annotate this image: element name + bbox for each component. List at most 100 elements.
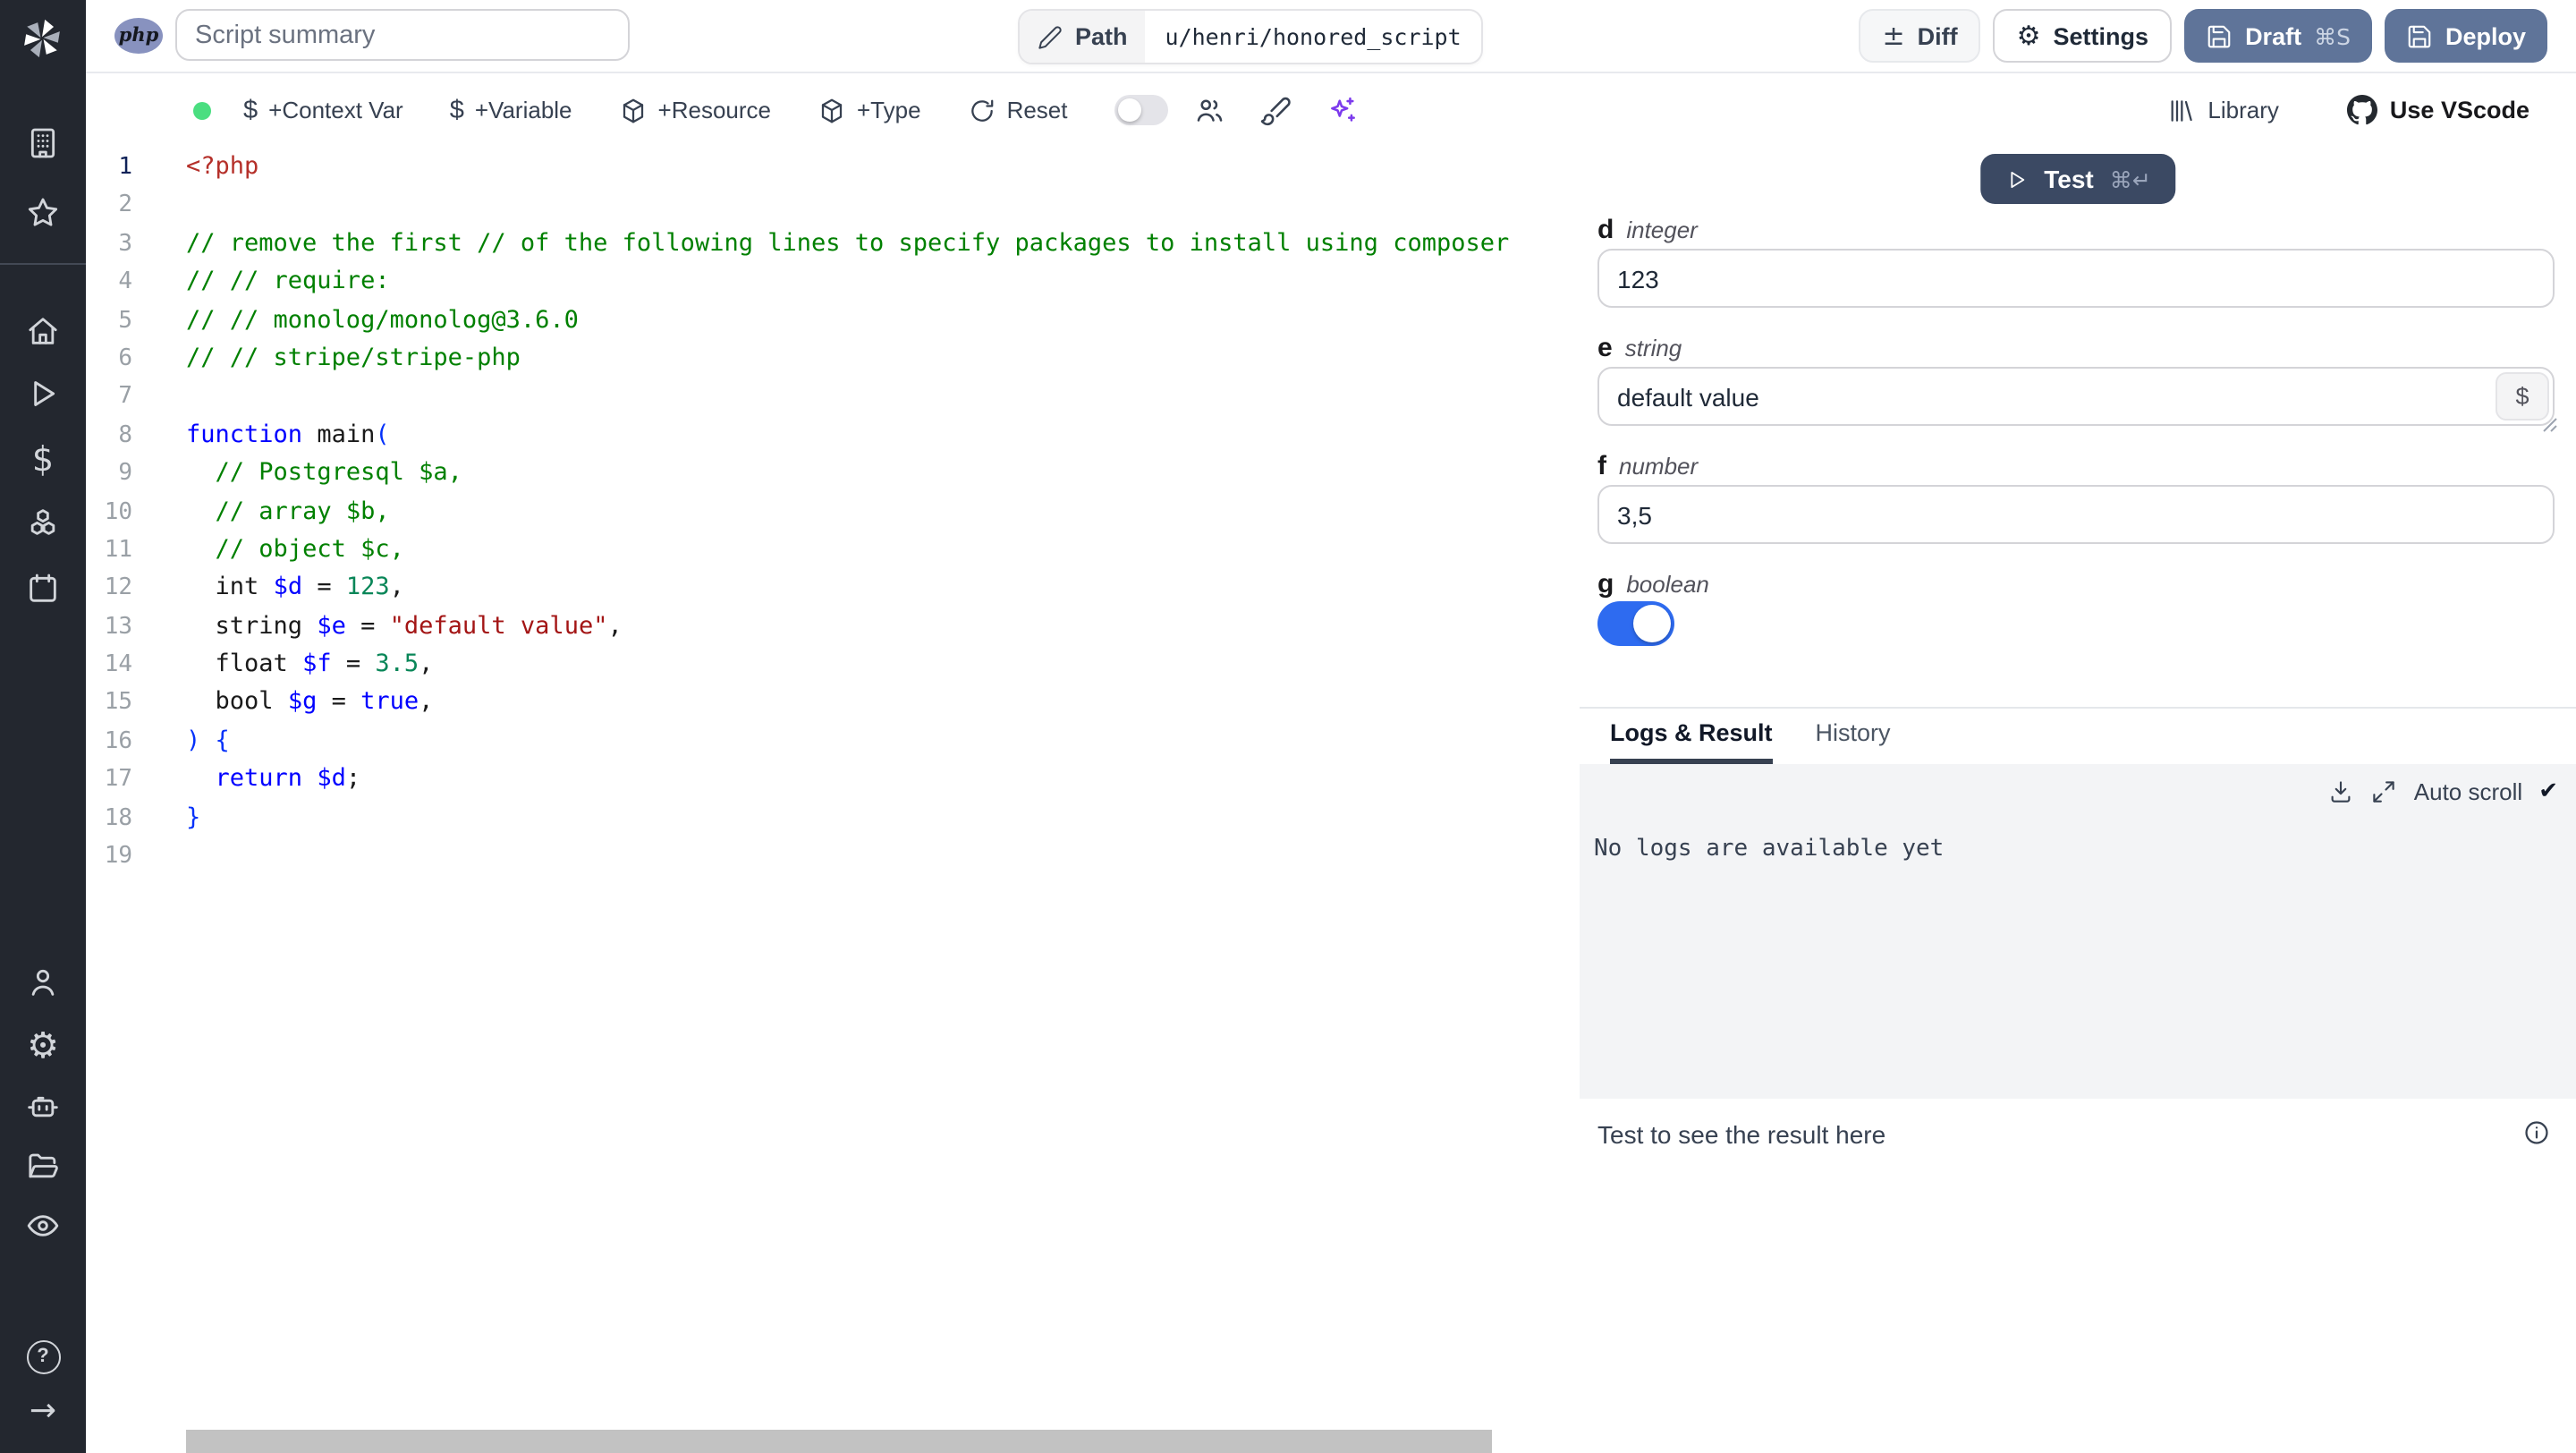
line-content: // remove the first // of the following … xyxy=(186,228,1510,258)
auto-scroll-checkbox[interactable]: ✔ xyxy=(2538,778,2558,805)
collaborators-users-icon[interactable] xyxy=(1193,94,1225,126)
schedules-calendar-icon[interactable] xyxy=(25,571,61,607)
dollar-icon: $ xyxy=(243,96,258,124)
path-value[interactable]: u/henri/honored_script xyxy=(1146,11,1481,63)
line-content: float $f = 3.5, xyxy=(186,650,434,679)
resources-cubes-icon[interactable] xyxy=(25,506,61,542)
expand-sidebar-arrow-icon[interactable]: → xyxy=(25,1394,61,1430)
home-icon[interactable] xyxy=(25,313,61,349)
settings-gear-icon[interactable]: ⚙ xyxy=(25,1027,61,1063)
code-line[interactable]: 4 // // require: xyxy=(86,263,1569,302)
gear-icon: ⚙ xyxy=(2016,19,2041,51)
field-input-e[interactable] xyxy=(1597,367,2555,426)
line-number: 13 xyxy=(104,613,132,641)
settings-button[interactable]: ⚙ Settings xyxy=(1993,9,2173,63)
line-content: int $d = 123, xyxy=(186,573,404,602)
code-lines: 1 <?php 2 3 // remove the first // of the fo… xyxy=(86,149,1569,876)
line-number: 14 xyxy=(104,651,132,679)
tab-logs-result[interactable]: Logs & Result xyxy=(1610,707,1773,764)
result-area: Test to see the result here xyxy=(1580,1099,2576,1453)
deploy-button[interactable]: Deploy xyxy=(2384,9,2547,63)
top-bar: php Path u/henri/honored_script ± Diff ⚙… xyxy=(86,0,2576,73)
code-line[interactable]: 5 // // monolog/monolog@3.6.0 xyxy=(86,302,1569,340)
code-editor[interactable]: 1 <?php 2 3 // remove the first // of the fo… xyxy=(86,147,1581,1453)
folders-icon[interactable] xyxy=(25,1149,61,1185)
add-context-var-button[interactable]: $ +Context Var xyxy=(243,96,403,124)
audit-eye-icon[interactable] xyxy=(25,1208,61,1244)
code-line[interactable]: 3 // remove the first // of the following… xyxy=(86,225,1569,264)
script-path-field[interactable]: Path u/henri/honored_script xyxy=(1018,9,1483,64)
code-line[interactable]: 6 // // stripe/stripe-php xyxy=(86,340,1569,378)
format-paintbrush-icon[interactable] xyxy=(1259,94,1292,126)
draft-shortcut: ⌘S xyxy=(2314,22,2351,49)
use-vscode-button[interactable]: Use VScode xyxy=(2346,95,2529,125)
editor-horizontal-scrollbar[interactable] xyxy=(186,1430,1492,1453)
topbar-actions: ± Diff ⚙ Settings Draft ⌘S Deploy xyxy=(1859,9,2547,63)
dollar-icon: $ xyxy=(449,96,464,124)
plus-minus-icon: ± xyxy=(1882,20,1905,52)
code-line[interactable]: 11 // object $c, xyxy=(86,531,1569,570)
resize-handle-icon[interactable] xyxy=(2542,417,2558,433)
help-question-icon[interactable]: ? xyxy=(25,1338,61,1374)
app-sidebar: $ ⚙ ? → xyxy=(0,0,86,1453)
code-line[interactable]: 18} xyxy=(86,799,1569,837)
line-content: // // monolog/monolog@3.6.0 xyxy=(186,305,579,335)
line-number: 11 xyxy=(104,536,132,564)
add-type-button[interactable]: +Type xyxy=(818,96,921,124)
tab-history[interactable]: History xyxy=(1816,707,1891,764)
code-line[interactable]: 19 xyxy=(86,837,1569,876)
code-line[interactable]: 17 return $d; xyxy=(86,761,1569,800)
code-line[interactable]: 8 function main( xyxy=(86,416,1569,455)
expand-logs-icon[interactable] xyxy=(2371,778,2398,805)
code-line[interactable]: 15 bool $g = true, xyxy=(86,684,1569,723)
field-label-d: d integer xyxy=(1597,215,1698,245)
diff-button[interactable]: ± Diff xyxy=(1859,9,1981,63)
field-input-d[interactable] xyxy=(1597,249,2555,308)
auto-scroll-label: Auto scroll xyxy=(2413,778,2523,805)
code-line[interactable]: 12 int $d = 123, xyxy=(86,570,1569,608)
variable-picker-button[interactable]: $ xyxy=(2496,372,2549,421)
workers-robot-icon[interactable] xyxy=(25,1088,61,1124)
users-person-icon[interactable] xyxy=(25,964,61,1000)
add-resource-button[interactable]: +Resource xyxy=(619,96,771,124)
field-input-f[interactable] xyxy=(1597,485,2555,544)
field-label-e: e string xyxy=(1597,333,1682,363)
code-line[interactable]: 14 float $f = 3.5, xyxy=(86,646,1569,684)
code-line[interactable]: 7 xyxy=(86,378,1569,417)
ai-sparkles-icon[interactable] xyxy=(1326,94,1358,126)
field-toggle-g[interactable] xyxy=(1597,601,1674,646)
php-language-badge: php xyxy=(114,18,163,54)
favorites-star-icon[interactable] xyxy=(25,195,61,231)
code-line[interactable]: 13 string $e = "default value", xyxy=(86,608,1569,646)
line-content: // array $b, xyxy=(215,497,390,526)
toolbar-right-group: Library Use VScode xyxy=(2166,73,2529,147)
download-logs-icon[interactable] xyxy=(2328,778,2355,805)
code-line[interactable]: 16) { xyxy=(86,723,1569,761)
runs-play-icon[interactable] xyxy=(25,376,61,412)
field-e-wrapper: $ xyxy=(1597,367,2557,432)
workspace-building-icon[interactable] xyxy=(25,125,61,161)
line-content: function main( xyxy=(186,420,390,449)
line-number: 1 xyxy=(118,154,132,181)
test-shortcut: ⌘↵ xyxy=(2109,166,2151,192)
logs-toolbar: Auto scroll ✔ xyxy=(2328,778,2558,805)
line-content: string $e = "default value", xyxy=(186,611,623,641)
reset-button[interactable]: Reset xyxy=(968,96,1068,124)
code-line[interactable]: 10 // array $b, xyxy=(86,493,1569,531)
multiplayer-toggle[interactable] xyxy=(1114,95,1168,125)
add-variable-button[interactable]: $ +Variable xyxy=(450,96,572,124)
windmill-logo-icon[interactable] xyxy=(18,14,66,63)
code-line[interactable]: 9 // Postgresql $a, xyxy=(86,455,1569,493)
line-content: // // stripe/stripe-php xyxy=(186,343,521,372)
code-line[interactable]: 1 <?php xyxy=(86,149,1569,187)
library-icon xyxy=(2171,99,2193,121)
test-run-button[interactable]: Test ⌘↵ xyxy=(1979,154,2176,204)
variables-dollar-icon[interactable]: $ xyxy=(25,442,61,478)
draft-button[interactable]: Draft ⌘S xyxy=(2184,9,2372,63)
info-icon[interactable] xyxy=(2522,1118,2551,1147)
script-summary-input[interactable] xyxy=(175,9,630,61)
library-button[interactable]: Library xyxy=(2166,96,2279,124)
sidebar-divider xyxy=(0,263,86,265)
code-line[interactable]: 2 xyxy=(86,187,1569,225)
result-placeholder-text: Test to see the result here xyxy=(1597,1120,1886,1149)
